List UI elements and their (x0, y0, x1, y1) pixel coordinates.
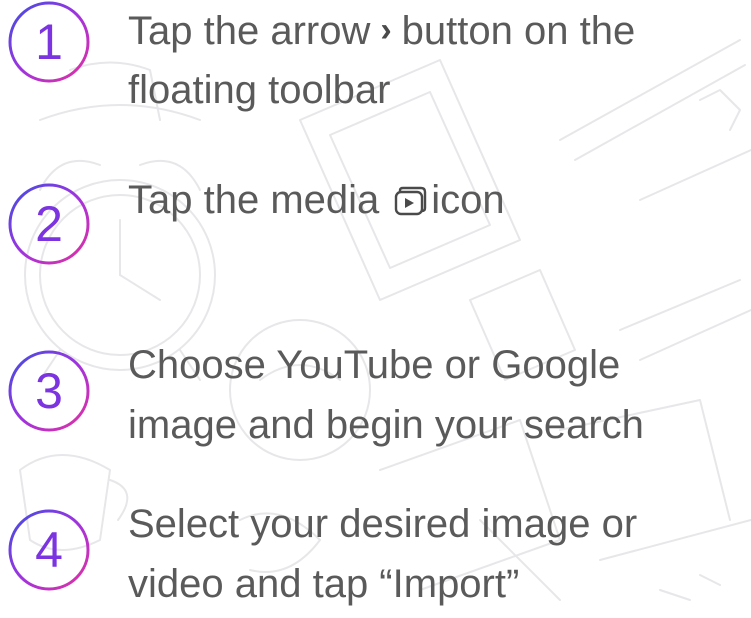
step-line-1-end: icon (431, 178, 505, 222)
instructions-panel: 1 Tap the arrow › button on the floating t… (0, 0, 751, 618)
step-instruction: Select your desired image or video and t… (128, 494, 743, 614)
step-number: 3 (35, 363, 63, 419)
step-line-1: Tap the media icon (128, 170, 743, 230)
media-play-icon (393, 186, 427, 216)
step-instruction: Choose YouTube or Google image and begin… (128, 335, 743, 455)
step-line-1: Tap the arrow › button on the (128, 0, 743, 60)
step-line-1: Choose YouTube or Google (128, 343, 621, 387)
step-number: 1 (35, 14, 63, 70)
step-line-1-start: Tap the media (128, 178, 380, 222)
step-line-1: Select your desired image or (128, 502, 638, 546)
step-line-1-start: Tap the arrow (128, 9, 371, 53)
step-line-2: video and tap “Import” (128, 562, 520, 606)
step-instruction: Tap the media icon (128, 170, 743, 230)
step-instruction: Tap the arrow › button on the floating too… (128, 0, 743, 120)
step-line-2: image and begin your search (128, 403, 644, 447)
chevron-right-icon: › (380, 11, 392, 49)
step-line-1-end: button on the (401, 9, 636, 53)
step-number-badge: 1 (7, 0, 91, 84)
step-number: 4 (35, 522, 63, 578)
step-number-badge: 3 (7, 349, 91, 433)
step-number: 2 (35, 196, 63, 252)
step-line-2: floating toolbar (128, 68, 391, 112)
step-number-badge: 4 (7, 508, 91, 592)
step-number-badge: 2 (7, 182, 91, 266)
